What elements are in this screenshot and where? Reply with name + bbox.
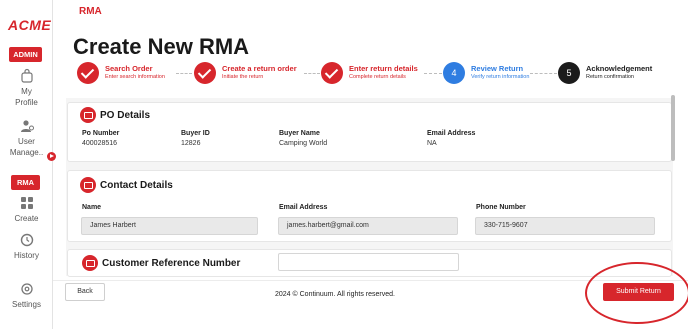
back-button[interactable]: Back: [65, 283, 105, 301]
po-details-card: [67, 102, 672, 162]
contact-details-title: Contact Details: [100, 180, 173, 191]
po-details-title: PO Details: [100, 110, 151, 121]
sidebar-item-label: User: [18, 137, 35, 146]
step-title: Acknowledgement: [586, 64, 653, 73]
gear-icon: [20, 283, 33, 295]
phone-number-label: Phone Number: [476, 204, 526, 211]
sidebar-item-label: Settings: [12, 300, 41, 309]
history-icon: [20, 233, 33, 247]
sidebar: ACME ADMIN My Profile User Manage.. RMA …: [0, 0, 53, 329]
step-connector: [530, 73, 557, 74]
copyright-text: 2024 © Continuum. All rights reserved.: [275, 291, 395, 298]
step-title: Enter return details: [349, 64, 418, 73]
step-connector: [424, 73, 442, 74]
sidebar-item-settings[interactable]: Settings: [0, 281, 53, 310]
step-subtitle: Verify return information: [471, 74, 530, 80]
document-icon: [80, 107, 96, 123]
breadcrumb[interactable]: RMA: [79, 6, 102, 17]
sidebar-item-label: Create: [14, 214, 39, 223]
contact-email-label: Email Address: [279, 204, 328, 211]
name-label: Name: [82, 204, 102, 211]
step-subtitle: Initiate the return: [222, 74, 264, 80]
sidebar-item-label: History: [14, 251, 39, 260]
step-subtitle: Return confirmation: [586, 74, 634, 80]
step-number: 5: [558, 62, 580, 84]
step-subtitle: Complete return details: [349, 74, 406, 80]
email-address-label: Email Address: [427, 130, 476, 137]
sidebar-item-label: My: [21, 87, 32, 96]
customer-reference-input[interactable]: [278, 253, 459, 271]
buyer-name-value: Camping World: [279, 140, 328, 147]
highlight-annotation: [585, 262, 688, 324]
step-connector: [176, 73, 192, 74]
contact-icon: [80, 177, 96, 193]
checkmark-icon: [321, 62, 343, 84]
step-title: Create a return order: [222, 64, 297, 73]
sidebar-item-label: Manage..: [9, 148, 44, 157]
page-title: Create New RMA: [73, 34, 250, 59]
sidebar-item-create[interactable]: Create: [0, 195, 53, 224]
sidebar-item-user-manage[interactable]: User Manage..: [0, 118, 53, 158]
reference-icon: [82, 255, 98, 271]
step-title: Review Return: [471, 64, 524, 73]
buyer-name-label: Buyer Name: [279, 130, 320, 137]
po-number-value: 400028516: [82, 140, 118, 147]
user-manage-icon: [20, 120, 34, 132]
acme-logo[interactable]: ACME: [8, 17, 51, 33]
buyer-id-value: 12826: [181, 140, 201, 147]
phone-field[interactable]: 330-715-9607: [475, 217, 655, 235]
rma-badge[interactable]: RMA: [11, 175, 40, 190]
sidebar-collapse-toggle[interactable]: [47, 152, 56, 161]
po-number-label: Po Number: [82, 130, 120, 137]
scrollbar[interactable]: [671, 95, 675, 161]
grid-icon: [20, 197, 33, 209]
profile-icon: [20, 68, 33, 83]
sidebar-item-history[interactable]: History: [0, 232, 53, 261]
step-title: Search Order: [105, 64, 153, 73]
sidebar-item-my-profile[interactable]: My Profile: [0, 68, 53, 108]
checkmark-icon: [77, 62, 99, 84]
buyer-id-label: Buyer ID: [181, 130, 210, 137]
checkmark-icon: [194, 62, 216, 84]
sidebar-item-label: Profile: [15, 98, 38, 107]
customer-reference-title: Customer Reference Number: [102, 258, 241, 269]
name-field[interactable]: James Harbert: [81, 217, 258, 235]
step-connector: [304, 73, 320, 74]
email-address-value: NA: [427, 140, 437, 147]
step-number: 4: [443, 62, 465, 84]
admin-badge[interactable]: ADMIN: [9, 47, 42, 62]
email-field[interactable]: james.harbert@gmail.com: [278, 217, 458, 235]
step-subtitle: Enter search information: [105, 74, 165, 80]
